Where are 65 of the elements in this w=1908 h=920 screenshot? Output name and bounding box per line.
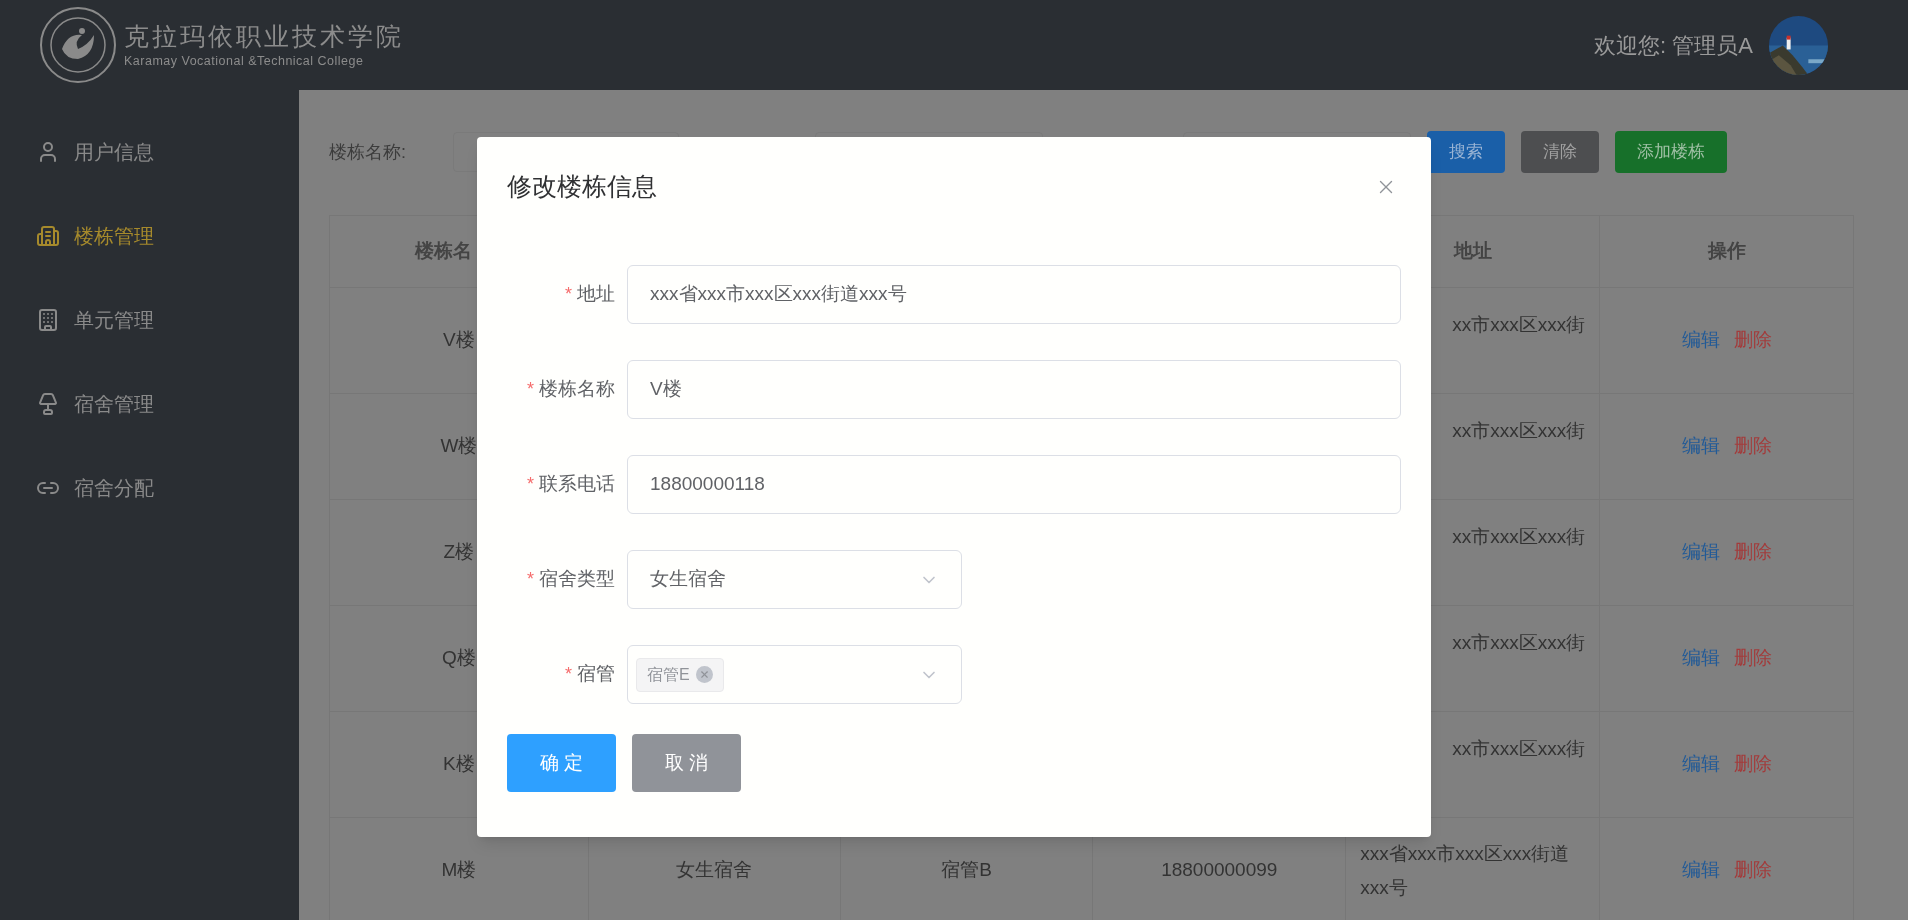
table-cell-text: M楼 [441,858,477,883]
sidebar-item[interactable]: 宿舍分配 [0,446,299,530]
table-cell-text: 女生宿舍 [676,858,753,883]
delete-link[interactable]: 删除 [1733,538,1772,567]
table-cell-text: xx市xxx区xxx街 [1452,313,1586,337]
table-cell-text: Q楼 [442,646,476,671]
column-header: 地址 [1453,239,1492,264]
sidebar-item[interactable]: 单元管理 [0,278,299,362]
college-subtitle: Karamay Vocational &Technical College [124,52,365,70]
confirm-button[interactable]: 确 定 [507,734,616,792]
sidebar-item[interactable]: 宿舍管理 [0,362,299,446]
filter-button[interactable]: 清除 [1521,131,1599,173]
welcome-text: 欢迎您: 管理员A [1594,31,1753,60]
table-cell-text: xx市xxx区xxx街 [1452,631,1586,655]
filter-label: 楼栋名称: [329,140,407,164]
nav-icon [36,224,60,248]
edit-link[interactable]: 编辑 [1681,326,1720,355]
delete-link[interactable]: 删除 [1733,432,1772,461]
field-label: 宿管 [577,662,615,687]
column-header: 操作 [1707,239,1746,264]
delete-link[interactable]: 删除 [1733,644,1772,673]
filter-button[interactable]: 搜索 [1427,131,1505,173]
table-cell-text: xx市xxx区xxx街 [1452,737,1586,761]
filter-button[interactable]: 添加楼栋 [1615,131,1727,173]
required-mark: * [565,663,572,686]
table-cell-text: xx市xxx区xxx街 [1452,525,1586,549]
select-field[interactable]: 宿管E [627,645,962,704]
required-mark: * [527,378,534,401]
nav-icon [36,392,60,416]
table-cell-text: K楼 [443,752,475,777]
edit-link[interactable]: 编辑 [1681,856,1720,885]
sidebar-item[interactable]: 楼栋管理 [0,194,299,278]
required-mark: * [527,568,534,591]
nav-icon [36,308,60,332]
remove-tag-icon[interactable] [695,666,713,683]
field-label: 楼栋名称 [539,377,615,402]
delete-link[interactable]: 删除 [1733,856,1772,885]
sidebar-item[interactable]: 用户信息 [0,110,299,194]
table-cell-text: W楼 [440,434,478,459]
table-cell-text: 宿管B [941,858,992,883]
required-mark: * [565,283,572,306]
field-label: 地址 [577,282,615,307]
input-field[interactable]: 18800000118 [627,455,1401,514]
college-title: 克拉玛依职业技术学院 [124,20,404,52]
table-cell-text: V楼 [443,328,475,353]
edit-link[interactable]: 编辑 [1681,750,1720,779]
table-cell-text: Z楼 [443,540,475,565]
delete-link[interactable]: 删除 [1733,750,1772,779]
table-cell-text: 18800000099 [1161,858,1278,883]
cancel-button[interactable]: 取 消 [632,734,741,792]
edit-link[interactable]: 编辑 [1681,538,1720,567]
field-label: 宿舍类型 [539,567,615,592]
input-field[interactable]: xxx省xxx市xxx区xxx街道xxx号 [627,265,1401,324]
field-label: 联系电话 [539,472,615,497]
table-cell-text: xx市xxx区xxx街 [1452,419,1586,443]
dialog-title: 修改楼栋信息 [507,171,657,203]
select-field[interactable]: 女生宿舍 [627,550,962,609]
edit-link[interactable]: 编辑 [1681,644,1720,673]
column-header: 楼栋名 [415,239,473,264]
required-mark: * [527,473,534,496]
edit-link[interactable]: 编辑 [1681,432,1720,461]
tag-label: 宿管E [647,664,690,685]
table-cell-text: xxx省xxx市xxx区xxx街道xxx号 [1360,841,1571,900]
delete-link[interactable]: 删除 [1733,326,1772,355]
input-field[interactable]: V楼 [627,360,1401,419]
